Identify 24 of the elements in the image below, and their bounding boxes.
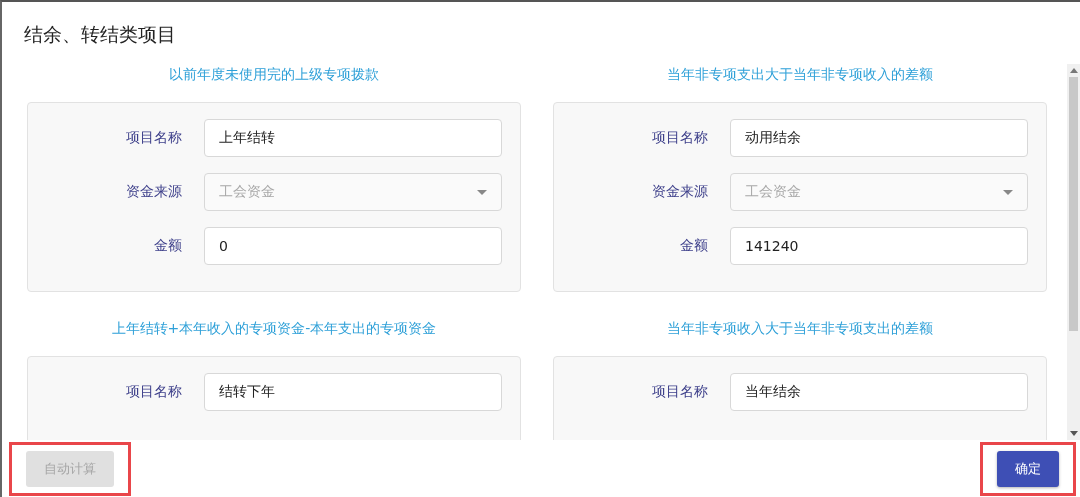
field-label: 资金来源 — [125, 183, 183, 201]
field-label: 项目名称 — [125, 129, 183, 147]
input-field[interactable]: 动用结余 — [730, 119, 1028, 157]
scroll-down-icon[interactable] — [1069, 431, 1078, 436]
input-field[interactable]: 141240 — [730, 227, 1028, 265]
field-label: 项目名称 — [651, 129, 709, 147]
input-field[interactable]: 上年结转 — [204, 119, 502, 157]
input-field[interactable]: 0 — [204, 227, 502, 265]
section-heading: 上年结转+本年收入的专项资金-本年支出的专项资金 — [110, 319, 438, 338]
section-heading: 当年非专项收入大于当年非专项支出的差额 — [666, 319, 934, 338]
field-label: 项目名称 — [125, 383, 183, 401]
input-field[interactable]: 结转下年 — [204, 373, 502, 411]
scrollbar[interactable] — [1067, 64, 1080, 440]
scroll-up-icon[interactable] — [1069, 68, 1078, 73]
confirm-button[interactable]: 确定 — [997, 450, 1059, 487]
field-label: 项目名称 — [651, 383, 709, 401]
field-label: 资金来源 — [651, 183, 709, 201]
section-heading: 当年非专项支出大于当年非专项收入的差额 — [666, 65, 934, 84]
field-label: 金额 — [679, 237, 709, 255]
input-field[interactable]: 当年结余 — [730, 373, 1028, 411]
section-heading: 以前年度未使用完的上级专项拨款 — [168, 65, 380, 84]
caret-icon — [477, 189, 487, 195]
field-label: 金额 — [153, 237, 183, 255]
caret-icon — [1003, 189, 1013, 195]
